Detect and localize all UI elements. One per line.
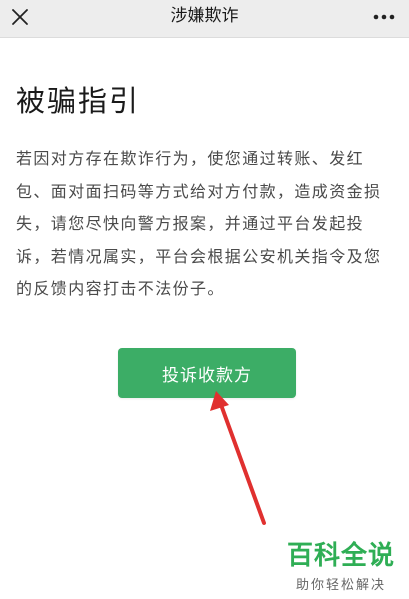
more-dots-icon xyxy=(373,14,395,20)
top-bar: 涉嫌欺诈 xyxy=(0,0,409,38)
watermark-title: 百科全说 xyxy=(286,541,395,571)
more-button[interactable] xyxy=(369,6,399,28)
guide-paragraph: 若因对方存在欺诈行为，使您通过转账、发红包、面对面扫码等方式给对方付款，造成资金… xyxy=(16,149,382,298)
watermark-subtitle: 助你轻松解决 xyxy=(295,578,386,593)
complain-payee-button[interactable]: 投诉收款方 xyxy=(118,348,296,398)
watermark-logo: 百科全说 助你轻松解决 xyxy=(287,535,395,593)
guide-heading: 被骗指引 xyxy=(16,84,141,118)
red-arrow-icon xyxy=(210,391,266,525)
page-title: 涉嫌欺诈 xyxy=(170,6,239,26)
